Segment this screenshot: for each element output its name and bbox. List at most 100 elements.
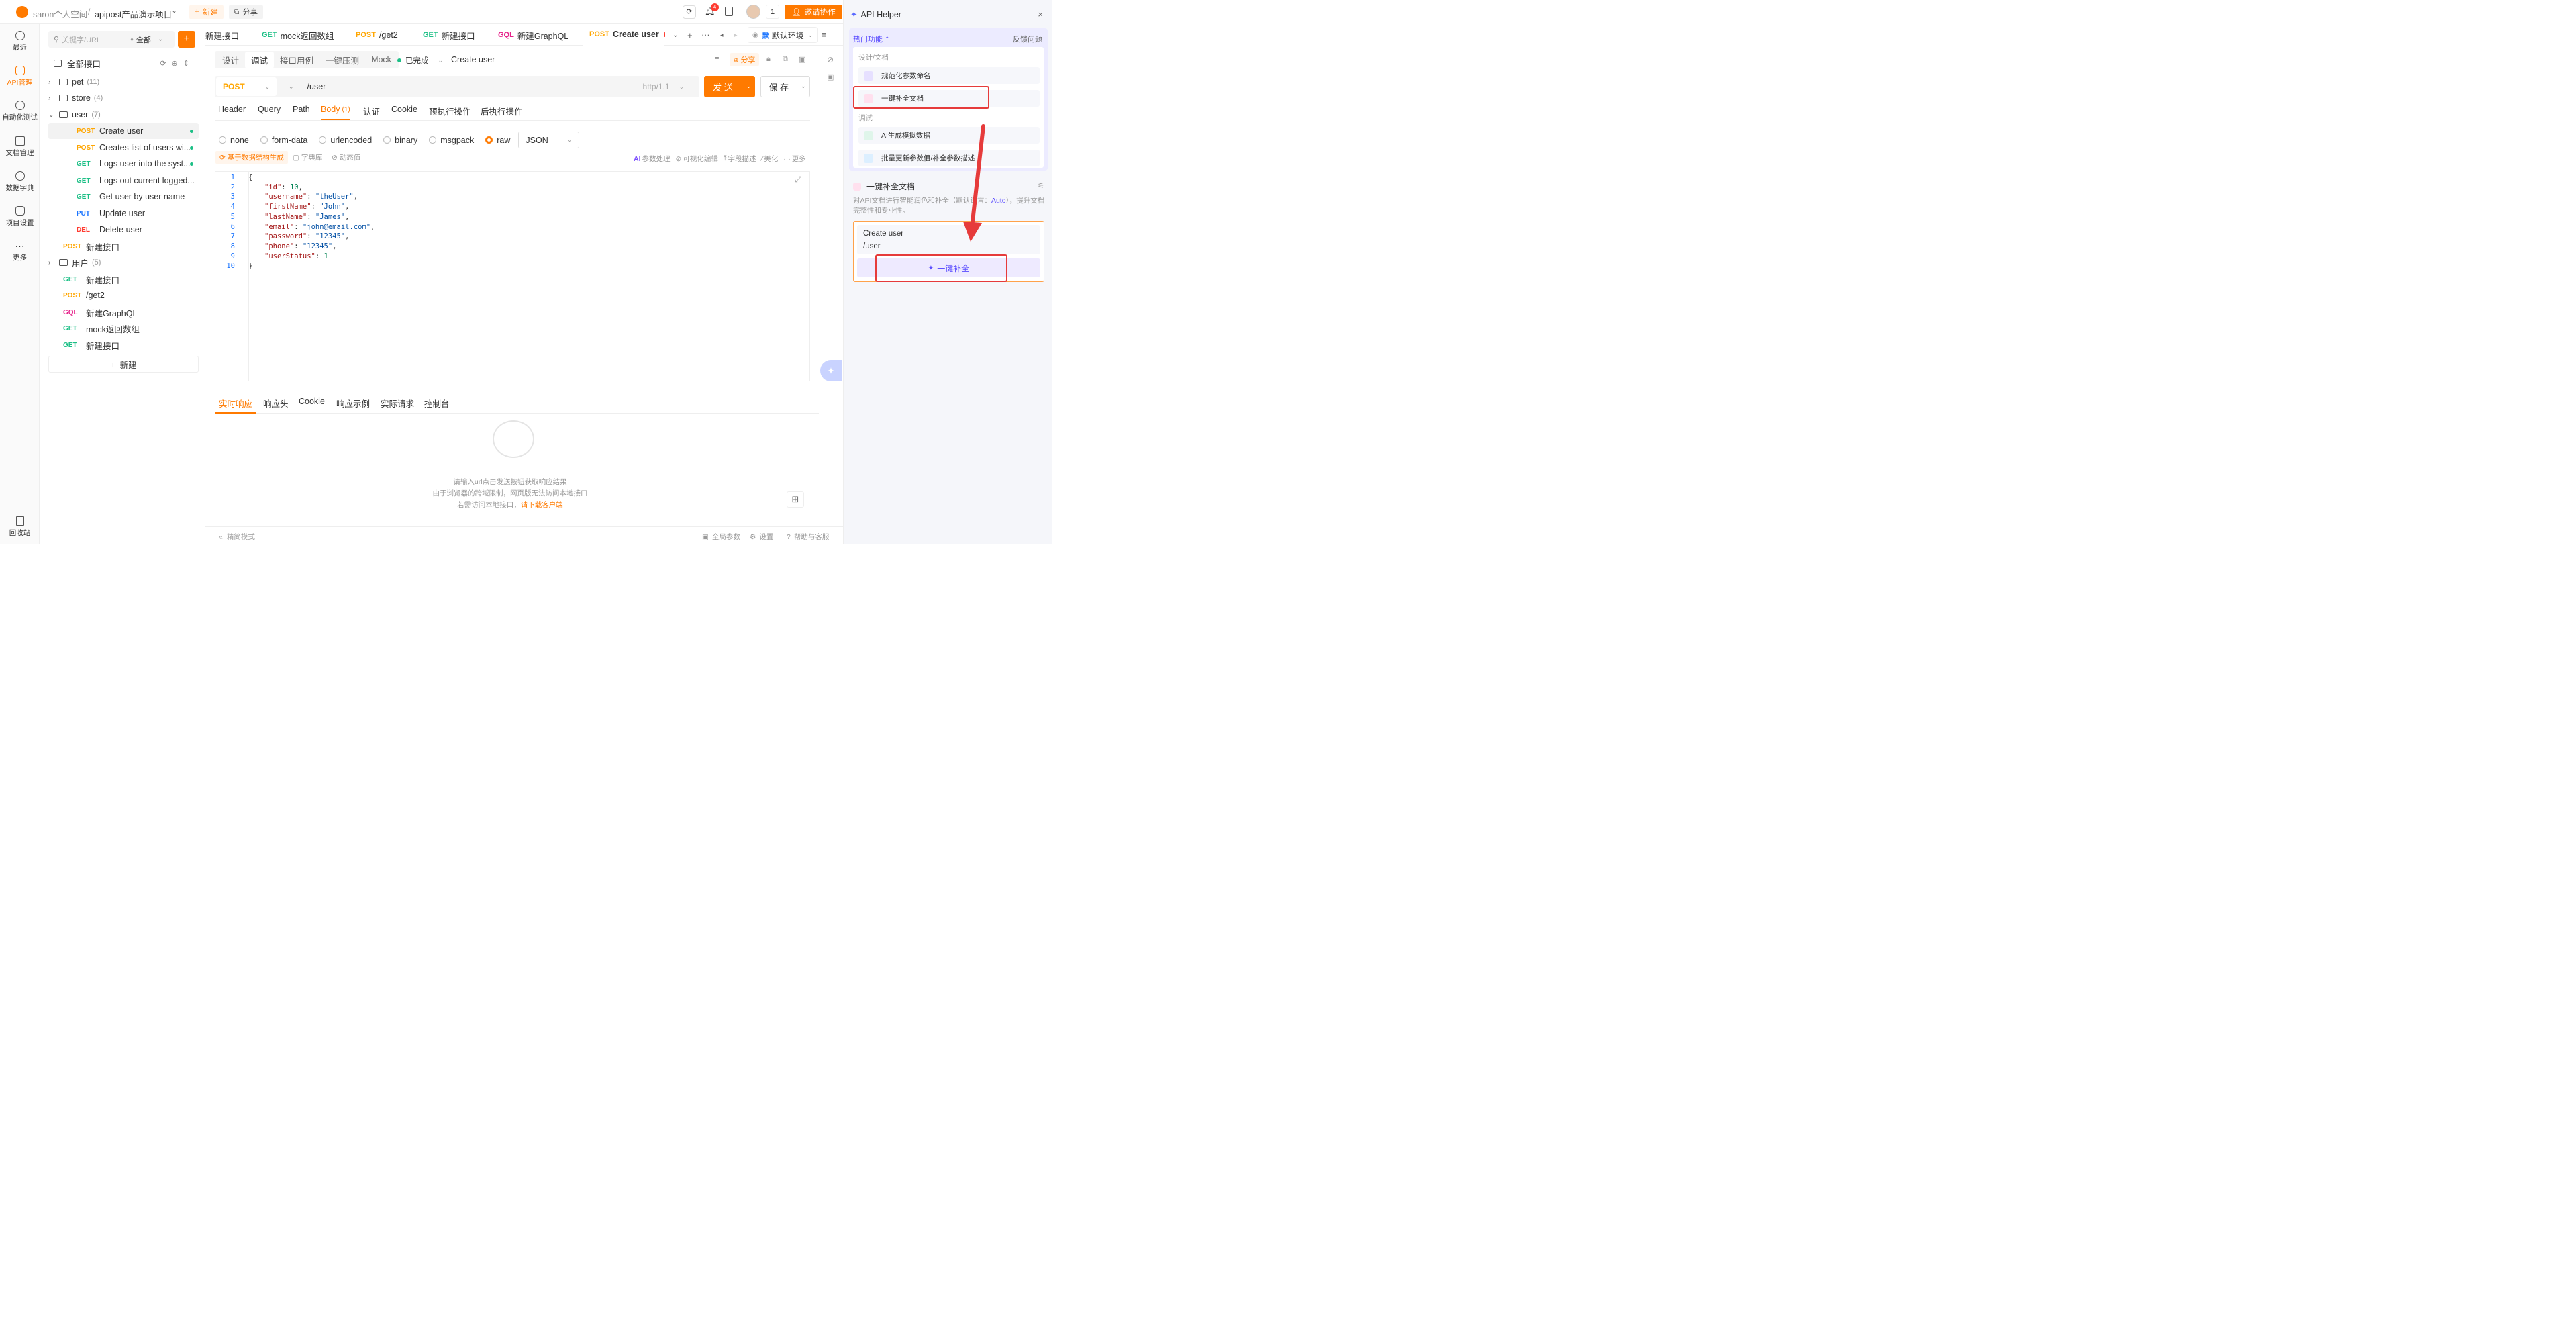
tree-item-update-user[interactable]: PUT Update user bbox=[48, 205, 199, 222]
tab-path[interactable]: Path bbox=[293, 105, 310, 114]
tab-header[interactable]: Header bbox=[218, 105, 246, 114]
api-helper-float-icon[interactable]: ✦ bbox=[820, 360, 842, 381]
chevron-down-icon[interactable]: ⌄ bbox=[171, 6, 177, 15]
archive-icon[interactable]: ▣ bbox=[799, 55, 805, 64]
new-button[interactable]: + 新建 bbox=[189, 5, 224, 19]
radio-binary[interactable]: binary bbox=[383, 136, 417, 145]
feature-ai-mock-data[interactable]: AI生成模拟数据 bbox=[858, 127, 1040, 144]
document-icon[interactable] bbox=[725, 7, 733, 16]
tab-body[interactable]: Body (1) bbox=[321, 105, 350, 120]
lock-icon[interactable]: 🔒︎ bbox=[766, 55, 771, 64]
check-circle-icon[interactable]: ⊘ bbox=[827, 55, 834, 64]
nav-doc-management[interactable]: 文档管理 bbox=[0, 136, 40, 158]
tab-pre-script[interactable]: 预执行操作 bbox=[429, 105, 471, 117]
beautify-button[interactable]: ⁄ 美化 bbox=[761, 154, 778, 164]
ai-param-button[interactable]: AI 参数处理 bbox=[634, 154, 671, 164]
tree-item-get-user[interactable]: GET Get user by user name bbox=[48, 189, 199, 205]
share-button[interactable]: ⧉ 分享 bbox=[229, 5, 264, 19]
tree-item-create-user[interactable]: POST Create user bbox=[48, 123, 199, 139]
tab-new-api-2[interactable]: GET 新建接口 bbox=[423, 24, 475, 46]
nav-more[interactable]: ··· 更多 bbox=[0, 241, 40, 263]
tree-item-login[interactable]: GET Logs user into the syst... bbox=[48, 156, 199, 172]
tab-get2[interactable]: POST/get2 bbox=[356, 24, 398, 46]
api-share-button[interactable]: ⧉ 分享 bbox=[730, 53, 760, 66]
tab-response-headers[interactable]: 响应头 bbox=[263, 397, 289, 410]
tree-item-root-4[interactable]: GET 新建接口 bbox=[48, 337, 199, 353]
mode-tab-cases[interactable]: 接口用例 bbox=[274, 52, 319, 68]
scroll-left-icon[interactable]: ◂ bbox=[720, 24, 724, 46]
mode-tab-stress[interactable]: 一键压测 bbox=[319, 52, 365, 68]
tree-item-create-list[interactable]: POST Creates list of users wi... bbox=[48, 140, 199, 156]
tab-new-api[interactable]: 新建接口 bbox=[205, 24, 239, 46]
settings-button[interactable]: ⚙ 设置 bbox=[750, 532, 773, 542]
folder-store[interactable]: › store (4) bbox=[48, 90, 199, 106]
tree-item-logout[interactable]: GET Logs out current logged... bbox=[48, 173, 199, 189]
edit-icon[interactable]: ≡ bbox=[715, 55, 719, 63]
nav-recent[interactable]: 最近 bbox=[0, 31, 40, 52]
save-button[interactable]: 保 存 ⌄ bbox=[760, 76, 810, 97]
nav-automation-test[interactable]: 自动化测试 bbox=[0, 101, 40, 122]
tree-item-root-1[interactable]: POST/get2 bbox=[48, 287, 199, 303]
global-params-button[interactable]: ▣ 全局参数 bbox=[702, 532, 740, 542]
more-tools-button[interactable]: ··· 更多 bbox=[783, 154, 806, 164]
breadcrumb-space[interactable]: saron个人空间 bbox=[33, 7, 87, 20]
feedback-link[interactable]: 反馈问题 bbox=[1013, 34, 1042, 44]
search-input[interactable]: 关键字/URL bbox=[62, 34, 122, 45]
url-input[interactable]: /user bbox=[307, 82, 643, 91]
help-button[interactable]: ? 帮助与客服 bbox=[787, 532, 829, 542]
tree-item-post-new[interactable]: POST 新建接口 bbox=[48, 238, 199, 254]
feature-normalize-params[interactable]: 规范化参数命名 bbox=[858, 67, 1040, 84]
layout-toggle-icon[interactable]: ⊞ bbox=[787, 491, 804, 508]
radio-urlencoded[interactable]: urlencoded bbox=[319, 136, 372, 145]
radio-form-data[interactable]: form-data bbox=[260, 136, 307, 145]
tab-cookie[interactable]: Cookie bbox=[391, 105, 417, 114]
send-dropdown-icon[interactable]: ⌄ bbox=[742, 76, 755, 97]
avatar[interactable] bbox=[746, 5, 760, 19]
tab-realtime-response[interactable]: 实时响应 bbox=[215, 392, 257, 414]
add-api-button[interactable]: + bbox=[178, 31, 195, 48]
project-name[interactable]: apipost产品演示项目 bbox=[95, 7, 172, 20]
invite-button[interactable]: 👤︎ 邀请协作 bbox=[785, 5, 842, 19]
tab-response-cookie[interactable]: Cookie bbox=[299, 397, 325, 406]
menu-icon[interactable]: ≡ bbox=[822, 24, 826, 46]
radio-raw[interactable]: raw bbox=[485, 136, 510, 145]
protocol-select[interactable]: http/1.1 bbox=[643, 82, 670, 91]
mode-tab-mock[interactable]: Mock bbox=[365, 53, 397, 66]
radio-none[interactable]: none bbox=[219, 136, 249, 145]
mode-tab-debug[interactable]: 调试 bbox=[245, 51, 275, 68]
tab-console[interactable]: 控制台 bbox=[424, 397, 450, 410]
tree-item-root-2[interactable]: GQL 新建GraphQL bbox=[48, 304, 199, 320]
hot-features-toggle[interactable]: 热门功能 ⌃ bbox=[853, 34, 890, 44]
mode-tab-design[interactable]: 设计 bbox=[216, 52, 245, 68]
settings-sliders-icon[interactable]: ⚟ bbox=[1038, 181, 1044, 190]
folder-user[interactable]: ⌄ user (7) bbox=[48, 107, 199, 123]
download-client-link[interactable]: 请下载客户端 bbox=[521, 501, 563, 509]
compact-mode-button[interactable]: «精简模式 bbox=[219, 532, 255, 542]
tab-actual-request[interactable]: 实际请求 bbox=[381, 397, 414, 410]
env-select[interactable]: ◉ 默 默认环境 ⌄ bbox=[748, 27, 818, 43]
tab-query[interactable]: Query bbox=[258, 105, 281, 114]
tab-response-example[interactable]: 响应示例 bbox=[336, 397, 370, 410]
close-icon[interactable]: × bbox=[1038, 9, 1043, 19]
body-format-select[interactable]: JSON ⌄ bbox=[518, 132, 580, 148]
tree-tools-icon[interactable]: ⟳⊕⇕ bbox=[160, 59, 195, 68]
tree-item-delete-user[interactable]: DEL Delete user bbox=[48, 222, 199, 238]
scroll-right-icon[interactable]: ▸ bbox=[734, 24, 738, 46]
nav-project-settings[interactable]: 项目设置 bbox=[0, 206, 40, 228]
radio-msgpack[interactable]: msgpack bbox=[429, 136, 474, 145]
tabs-dropdown-icon[interactable]: ⌄ bbox=[673, 24, 678, 46]
code-icon[interactable]: ▣ bbox=[827, 73, 834, 81]
tab-graphql[interactable]: GQL 新建GraphQL bbox=[498, 24, 568, 46]
tree-new-button[interactable]: + 新建 bbox=[48, 356, 199, 373]
generate-from-schema-button[interactable]: ⟳ 基于数据结构生成 bbox=[215, 151, 288, 164]
more-tabs-icon[interactable]: ··· bbox=[701, 24, 710, 46]
tree-item-root-3[interactable]: GET mock返回数组 bbox=[48, 320, 199, 336]
api-summary-input[interactable]: Create user /user bbox=[857, 225, 1040, 254]
field-desc-button[interactable]: ⤒ 字段描述 bbox=[724, 154, 756, 164]
tab-mock-array[interactable]: GET mock返回数组 bbox=[262, 24, 334, 46]
save-dropdown-icon[interactable]: ⌄ bbox=[796, 77, 809, 97]
copy-icon[interactable]: ⧉ bbox=[783, 55, 788, 64]
tree-root[interactable]: 全部接口 ⟳⊕⇕ bbox=[54, 57, 195, 69]
tab-create-user[interactable]: POST Create user bbox=[583, 24, 664, 46]
nav-recycle-bin[interactable]: 回收站 bbox=[0, 516, 40, 538]
